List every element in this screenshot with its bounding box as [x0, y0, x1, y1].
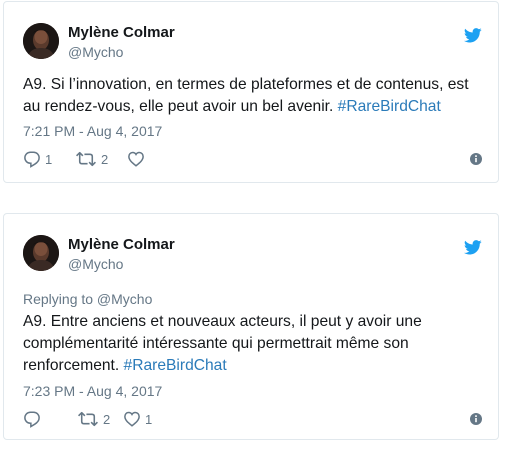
author-name[interactable]: Mylène Colmar [68, 236, 175, 253]
hashtag-link[interactable]: #RareBirdChat [338, 98, 441, 115]
heart-icon [128, 151, 144, 167]
retweet-count: 2 [103, 411, 111, 427]
like-button[interactable]: 1 [123, 409, 152, 429]
reply-icon [24, 411, 40, 428]
info-icon[interactable] [469, 152, 483, 166]
retweet-icon [76, 151, 96, 167]
tweet-text: A9. Si l’innovation, en termes de platef… [23, 74, 485, 118]
info-icon[interactable] [469, 412, 483, 426]
author-handle[interactable]: @Mycho [68, 44, 123, 60]
avatar-image [23, 23, 59, 59]
like-count: 1 [145, 411, 153, 427]
reply-button[interactable] [23, 409, 45, 429]
timestamp[interactable]: 7:23 PM - Aug 4, 2017 [23, 383, 162, 399]
author-name[interactable]: Mylène Colmar [68, 24, 175, 41]
timestamp[interactable]: 7:21 PM - Aug 4, 2017 [23, 123, 162, 139]
reply-icon [24, 151, 40, 168]
reply-count: 1 [45, 151, 53, 167]
tweet-card[interactable]: Mylène Colmar @Mycho A9. Si l’innovation… [3, 1, 499, 183]
retweet-icon [78, 411, 98, 427]
hashtag-link[interactable]: #RareBirdChat [124, 357, 227, 374]
author-handle[interactable]: @Mycho [68, 256, 123, 272]
heart-icon [124, 411, 140, 427]
tweet-card[interactable]: Mylène Colmar @Mycho Replying to @Mycho … [3, 213, 499, 440]
action-bar: 1 2 [23, 149, 483, 169]
twitter-bird-icon[interactable] [464, 240, 482, 255]
tweet-text: A9. Entre anciens et nouveaux acteurs, i… [23, 311, 485, 377]
retweet-button[interactable]: 2 [77, 409, 110, 429]
twitter-bird-icon[interactable] [464, 28, 482, 43]
replying-to[interactable]: Replying to @Mycho [23, 291, 152, 307]
like-button[interactable] [127, 149, 149, 169]
avatar-image [23, 235, 59, 271]
retweet-button[interactable]: 2 [75, 149, 108, 169]
action-bar: 2 1 [23, 409, 483, 429]
reply-button[interactable]: 1 [23, 149, 52, 169]
avatar[interactable] [23, 235, 59, 271]
avatar[interactable] [23, 23, 59, 59]
retweet-count: 2 [101, 151, 109, 167]
